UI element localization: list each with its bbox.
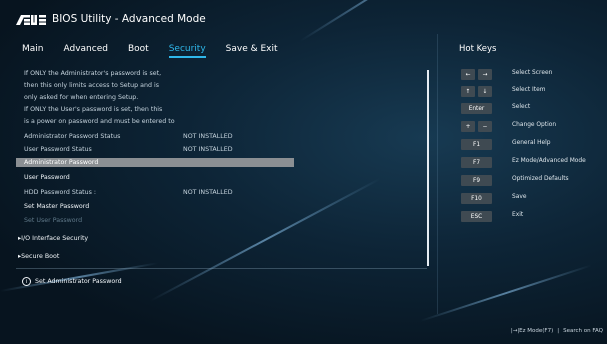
description-line: then this only limits access to Setup an… [24,82,160,89]
f10-key: F10 [461,193,492,204]
secure-boot-item[interactable]: ▸Secure Boot [18,253,59,260]
hotkey-label: Optimized Defaults [512,176,569,182]
scrollbar[interactable] [427,70,429,266]
hotkey-select-screen: ← → Select Screen [461,69,607,80]
admin-password-status-value: NOT INSTALLED [183,133,233,140]
set-user-password-item: Set User Password [24,217,83,224]
help-divider [16,268,427,269]
asus-logo [16,15,46,25]
panel-divider [437,34,438,314]
admin-password-item[interactable]: Administrator Password [24,158,98,167]
ez-mode-button[interactable]: |→|Ez Mode(F7) [511,328,553,334]
plus-key: + [461,121,475,132]
user-password-status-value: NOT INSTALLED [183,146,233,153]
arrow-up-key: ↑ [461,86,475,97]
user-password-item[interactable]: User Password [24,174,70,181]
hotkey-label: Select [512,104,531,110]
hotkey-label: General Help [512,140,551,146]
hdd-password-status-label: HDD Password Status : [24,189,97,196]
hotkey-select: Enter Select [461,103,607,114]
hotkeys-title: Hot Keys [459,44,497,54]
enter-key: Enter [461,103,492,114]
arrow-down-key: ↓ [478,86,492,97]
hotkey-change-option: + − Change Option [461,121,607,132]
admin-password-status-label: Administrator Password Status [24,133,121,140]
hotkey-label: Change Option [512,122,557,128]
background-streak [150,177,381,302]
admin-password-status: Administrator Password Status NOT INSTAL… [24,133,233,140]
hotkey-exit: ESC Exit [461,211,607,222]
item-help-text: Set Administrator Password [35,278,122,285]
hotkey-general-help: F1 General Help [461,139,607,150]
hotkey-label: Ez Mode/Advanced Mode [512,158,586,164]
description-line: If ONLY the Administrator's password is … [24,70,162,77]
hotkey-label: Exit [512,212,524,218]
title-bar: BIOS Utility - Advanced Mode [0,0,607,34]
f9-key: F9 [461,175,492,186]
user-password-status: User Password Status NOT INSTALLED [24,146,233,153]
f1-key: F1 [461,139,492,150]
tab-boot[interactable]: Boot [128,44,149,58]
hotkey-label: Save [512,194,527,200]
tab-security[interactable]: Security [168,44,206,58]
user-password-status-label: User Password Status [24,146,92,153]
tab-advanced[interactable]: Advanced [64,44,108,58]
description-line: is a power on password and must be enter… [24,118,175,125]
hotkey-save: F10 Save [461,193,607,204]
io-interface-security-label: I/O Interface Security [21,235,89,242]
description-line: If ONLY the User's password is set, then… [24,106,163,113]
search-faq-button[interactable]: Search on FAQ [563,328,603,334]
esc-key: ESC [461,211,492,222]
footer-separator: | [557,328,560,334]
set-master-password-item[interactable]: Set Master Password [24,203,89,210]
hdd-password-status-value: NOT INSTALLED [183,189,233,196]
hotkey-label: Select Item [512,87,546,93]
hotkey-optimized-defaults: F9 Optimized Defaults [461,175,607,186]
io-interface-security-item[interactable]: ▸I/O Interface Security [18,235,88,242]
hotkey-ez-mode: F7 Ez Mode/Advanced Mode [461,157,607,168]
hotkey-select-item: ↑ ↓ Select Item [461,86,607,97]
arrow-right-key: → [478,69,492,80]
background-streak [420,264,592,322]
secure-boot-label: Secure Boot [21,253,60,260]
info-icon: i [22,277,31,286]
tab-save-exit[interactable]: Save & Exit [226,44,278,58]
minus-key: − [478,121,492,132]
f7-key: F7 [461,157,492,168]
hdd-password-status: HDD Password Status : NOT INSTALLED [24,189,233,196]
footer-bar: |→|Ez Mode(F7) | Search on FAQ [511,328,603,334]
tab-main[interactable]: Main [22,44,44,58]
arrow-left-key: ← [461,69,475,80]
item-help: i Set Administrator Password [22,277,122,286]
hotkey-label: Select Screen [512,70,553,76]
description-line: only asked for when entering Setup. [24,94,139,101]
app-title: BIOS Utility - Advanced Mode [52,13,206,25]
main-menu: Main Advanced Boot Security Save & Exit [22,44,298,58]
